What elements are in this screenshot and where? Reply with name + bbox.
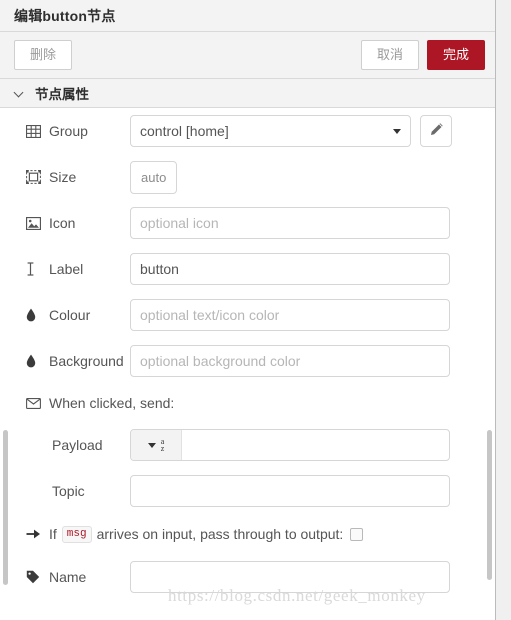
node-properties-section-title: 节点属性: [35, 87, 89, 102]
payload-input[interactable]: [182, 430, 449, 460]
dialog-titlebar: 编辑button节点: [0, 0, 495, 32]
node-properties-section-header[interactable]: 节点属性: [0, 79, 495, 108]
form-row-topic: Topic: [0, 468, 495, 514]
label-label: Label: [26, 261, 130, 277]
payload-label: Payload: [26, 437, 130, 453]
form-row-label: Label: [0, 246, 495, 292]
msg-code-chip: msg: [61, 525, 92, 543]
form-row-colour: Colour: [0, 292, 495, 338]
topic-input[interactable]: [130, 475, 450, 507]
image-icon: [26, 216, 43, 230]
colour-label-text: Colour: [49, 307, 91, 323]
delete-button[interactable]: 删除: [14, 40, 72, 70]
background-label: Background: [26, 353, 130, 369]
done-button[interactable]: 完成: [427, 40, 485, 70]
form-row-payload: Payload az: [0, 422, 495, 468]
chevron-down-icon: [147, 442, 156, 448]
size-button[interactable]: auto: [130, 160, 178, 194]
group-label: Group: [26, 123, 130, 139]
form-row-name: Name: [0, 554, 495, 600]
tag-icon: [26, 570, 43, 584]
object-group-icon: [26, 170, 43, 184]
colour-input[interactable]: [130, 299, 450, 331]
payload-type-select[interactable]: az: [131, 430, 182, 460]
payload-typed-input: az: [130, 429, 450, 461]
form-row-size: Size auto: [0, 154, 495, 200]
tint-icon: [26, 354, 43, 368]
node-properties-form: Group control [home] Size auto Icon opti…: [0, 108, 495, 620]
envelope-icon: [26, 397, 43, 409]
az-string-type-icon: az: [160, 437, 165, 453]
label-label-text: Label: [49, 261, 84, 277]
arrow-right-icon: [26, 528, 43, 540]
icon-input[interactable]: [130, 207, 450, 239]
edit-node-dialog: 编辑button节点 删除 取消 完成 节点属性 Group control […: [0, 0, 496, 620]
background-label-text: Background: [49, 353, 124, 369]
chevron-down-icon: [393, 128, 401, 134]
passthrough-suffix: arrives on input, pass through to output…: [96, 526, 344, 542]
form-row-background: Background: [0, 338, 495, 384]
name-label-text: Name: [49, 569, 87, 585]
dialog-button-bar: 删除 取消 完成: [0, 32, 495, 79]
payload-label-text: Payload: [52, 437, 103, 453]
pencil-icon: [429, 122, 444, 140]
passthrough-checkbox[interactable]: [350, 527, 364, 541]
topic-label: Topic: [26, 483, 130, 499]
chevron-down-icon: [14, 87, 26, 99]
size-label-text: Size: [49, 169, 77, 185]
passthrough-prefix: If: [49, 526, 57, 542]
when-clicked-heading: When clicked, send:: [0, 384, 495, 422]
cancel-button[interactable]: 取消: [361, 40, 419, 70]
group-label-text: Group: [49, 123, 88, 139]
form-row-passthrough: If msg arrives on input, pass through to…: [0, 514, 495, 554]
tint-icon: [26, 308, 43, 322]
icon-label: Icon: [26, 215, 130, 231]
name-label: Name: [26, 569, 130, 585]
when-clicked-text: When clicked, send:: [49, 395, 175, 411]
name-input[interactable]: [130, 561, 450, 593]
topic-label-text: Topic: [52, 483, 85, 499]
group-select-value: control [home]: [140, 123, 229, 139]
group-select[interactable]: control [home]: [130, 115, 411, 147]
form-row-group: Group control [home]: [0, 108, 495, 154]
colour-label: Colour: [26, 307, 130, 323]
background-input[interactable]: [130, 345, 450, 377]
group-select-wrap: control [home]: [130, 115, 411, 147]
dialog-title: 编辑button节点: [14, 7, 116, 24]
form-row-icon: Icon: [0, 200, 495, 246]
label-input[interactable]: [130, 253, 450, 285]
size-label: Size: [26, 169, 130, 185]
icon-label-text: Icon: [49, 215, 76, 231]
edit-group-button[interactable]: [420, 115, 452, 147]
left-scrollbar-thumb[interactable]: [3, 430, 8, 585]
i-beam-icon: [26, 262, 43, 276]
table-icon: [26, 124, 43, 138]
right-scrollbar-thumb[interactable]: [487, 430, 492, 580]
